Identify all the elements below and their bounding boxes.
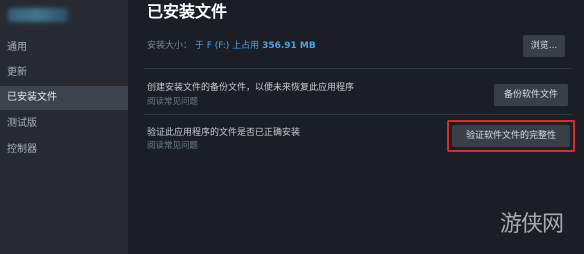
sidebar-item-updates[interactable]: 更新 xyxy=(0,61,128,85)
sidebar-item-controller[interactable]: 控制器 xyxy=(0,138,128,162)
divider xyxy=(144,114,572,115)
settings-sidebar: 通用 更新 已安装文件 测试版 控制器 xyxy=(0,0,128,254)
highlight-box xyxy=(447,120,575,152)
backup-files-button[interactable]: 备份软件文件 xyxy=(494,84,568,106)
blurred-game-title xyxy=(8,8,68,22)
sidebar-item-betas[interactable]: 测试版 xyxy=(0,112,128,136)
backup-faq-link[interactable]: 阅读常见问题 xyxy=(147,95,198,107)
sidebar-item-general[interactable]: 通用 xyxy=(0,36,128,60)
install-size-label: 安装大小： xyxy=(147,41,193,51)
divider xyxy=(144,68,572,69)
watermark-logo: 游侠网 xyxy=(500,212,564,237)
install-size-value: 356.91 MB xyxy=(262,41,316,51)
sidebar-item-installed-files[interactable]: 已安装文件 xyxy=(0,86,128,110)
browse-button[interactable]: 浏览... xyxy=(523,35,565,57)
verify-faq-link[interactable]: 阅读常见问题 xyxy=(147,139,198,151)
backup-description: 创建安装文件的备份文件，以便未来恢复此应用程序 xyxy=(147,83,355,93)
verify-description: 验证此应用程序的文件是否已正确安装 xyxy=(147,128,301,138)
install-size-row: 安装大小： 于 F (F:) 上占用 356.91 MB xyxy=(147,38,316,51)
install-size-location: 于 F (F:) 上占用 xyxy=(194,41,260,51)
page-title: 已安装文件 xyxy=(147,2,228,21)
